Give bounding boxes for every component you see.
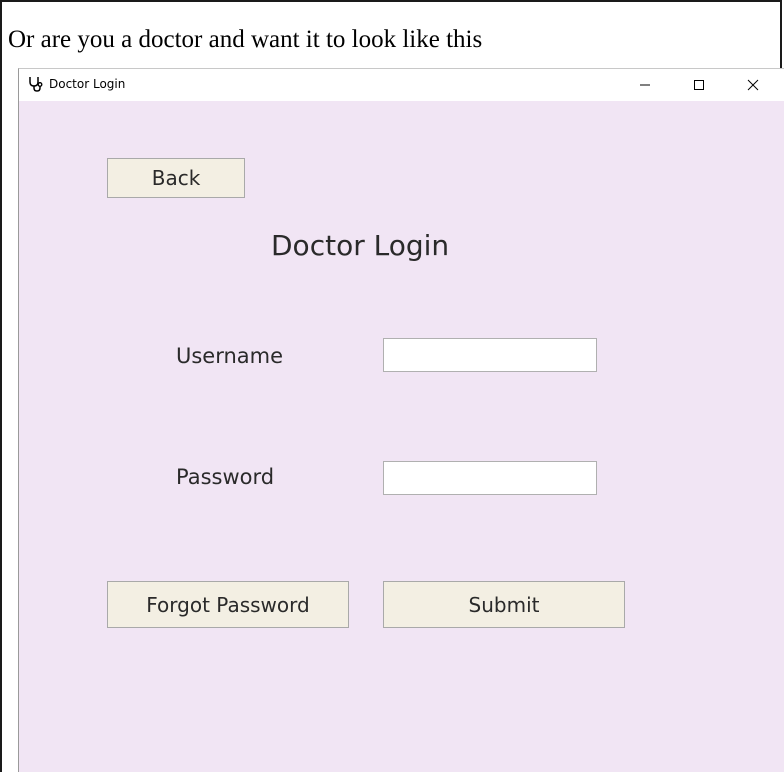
stethoscope-icon	[27, 75, 45, 93]
username-input[interactable]	[383, 338, 597, 372]
close-button[interactable]	[730, 69, 776, 101]
title-bar[interactable]: Doctor Login	[19, 69, 784, 101]
minimize-icon	[639, 76, 651, 95]
minimize-button[interactable]	[622, 69, 668, 101]
doctor-login-window: Doctor Login Back Doctor Login Username …	[18, 68, 784, 772]
submit-button[interactable]: Submit	[383, 581, 625, 628]
password-input[interactable]	[383, 461, 597, 495]
password-label: Password	[176, 465, 275, 489]
maximize-button[interactable]	[676, 69, 722, 101]
page-title: Doctor Login	[271, 229, 450, 262]
caption-text: Or are you a doctor and want it to look …	[8, 26, 483, 53]
login-form-area: Back Doctor Login Username Password Forg…	[19, 101, 784, 772]
forgot-password-button[interactable]: Forgot Password	[107, 581, 349, 628]
window-title: Doctor Login	[49, 77, 126, 91]
username-label: Username	[176, 344, 284, 368]
close-icon	[747, 76, 759, 95]
maximize-icon	[693, 76, 705, 95]
back-button[interactable]: Back	[107, 158, 245, 198]
